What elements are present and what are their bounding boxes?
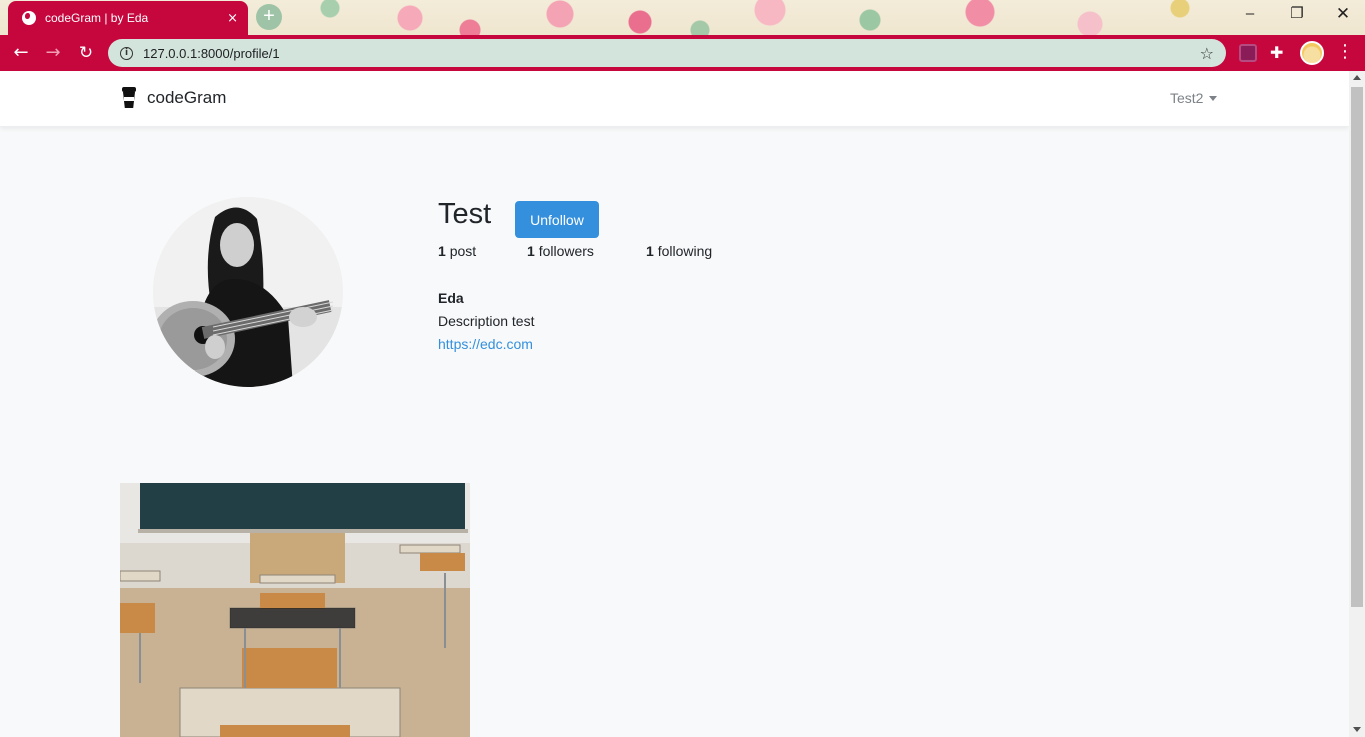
coffee-cup-icon: [121, 87, 137, 109]
user-dropdown-label: Test2: [1170, 90, 1204, 106]
extension-icon[interactable]: [1239, 44, 1257, 62]
address-url[interactable]: 127.0.0.1:8000/profile/1: [143, 46, 1200, 61]
scroll-down-icon[interactable]: [1353, 727, 1361, 732]
info-icon[interactable]: i: [120, 46, 133, 60]
profile-url-link[interactable]: https://edc.com: [438, 336, 533, 352]
browser-toolbar: ← → ↻ i 127.0.0.1:8000/profile/1 ☆ ✚ ⋮: [0, 35, 1365, 71]
page-scrollbar[interactable]: [1349, 71, 1365, 737]
new-tab-button[interactable]: +: [256, 4, 282, 30]
post-thumbnail[interactable]: [120, 483, 470, 737]
user-dropdown[interactable]: Test2: [1170, 90, 1218, 106]
window-close-button[interactable]: ✕: [1323, 2, 1363, 28]
page-viewport: codeGram Test2 Test Unfollow 1 post 1 fo…: [0, 71, 1349, 737]
puzzle-icon[interactable]: ✚: [1270, 44, 1288, 62]
browser-titlebar: codeGram | by Eda × + – ❐ ✕: [0, 0, 1365, 35]
followers-count: 1: [527, 243, 535, 259]
followers-stat: 1 followers: [527, 243, 594, 259]
address-bar[interactable]: i 127.0.0.1:8000/profile/1 ☆: [108, 39, 1226, 67]
forward-button[interactable]: →: [40, 40, 66, 66]
brand-link[interactable]: codeGram: [121, 87, 226, 109]
profile-description: Description test: [438, 313, 535, 329]
tab-close-button[interactable]: ×: [227, 11, 238, 26]
reload-button[interactable]: ↻: [73, 40, 99, 66]
menu-icon[interactable]: ⋮: [1336, 42, 1354, 62]
back-button[interactable]: ←: [8, 40, 34, 66]
app-navbar: codeGram Test2: [0, 71, 1349, 127]
following-count: 1: [646, 243, 654, 259]
posts-count: 1: [438, 243, 446, 259]
following-stat: 1 following: [646, 243, 712, 259]
profile-display-name: Eda: [438, 290, 464, 306]
post-image: [120, 483, 470, 737]
following-label: following: [657, 243, 713, 259]
window-restore-button[interactable]: ❐: [1277, 2, 1317, 28]
caret-down-icon: [1209, 95, 1218, 101]
globe-icon: [22, 11, 36, 25]
star-icon[interactable]: ☆: [1200, 44, 1214, 63]
browser-tab[interactable]: codeGram | by Eda ×: [8, 1, 248, 35]
profile-avatar-image: [153, 197, 343, 387]
profile-username: Test: [438, 198, 492, 230]
followers-label: followers: [538, 243, 594, 259]
unfollow-button[interactable]: Unfollow: [515, 201, 599, 238]
posts-label: post: [449, 243, 477, 259]
brand-name: codeGram: [147, 88, 227, 107]
profile-avatar: [153, 197, 343, 387]
browser-profile-avatar[interactable]: [1300, 41, 1324, 65]
window-minimize-button[interactable]: –: [1230, 2, 1270, 28]
scrollbar-thumb[interactable]: [1351, 87, 1363, 607]
tab-title: codeGram | by Eda: [45, 11, 149, 25]
scroll-up-icon[interactable]: [1353, 75, 1361, 80]
posts-stat: 1 post: [438, 243, 476, 259]
